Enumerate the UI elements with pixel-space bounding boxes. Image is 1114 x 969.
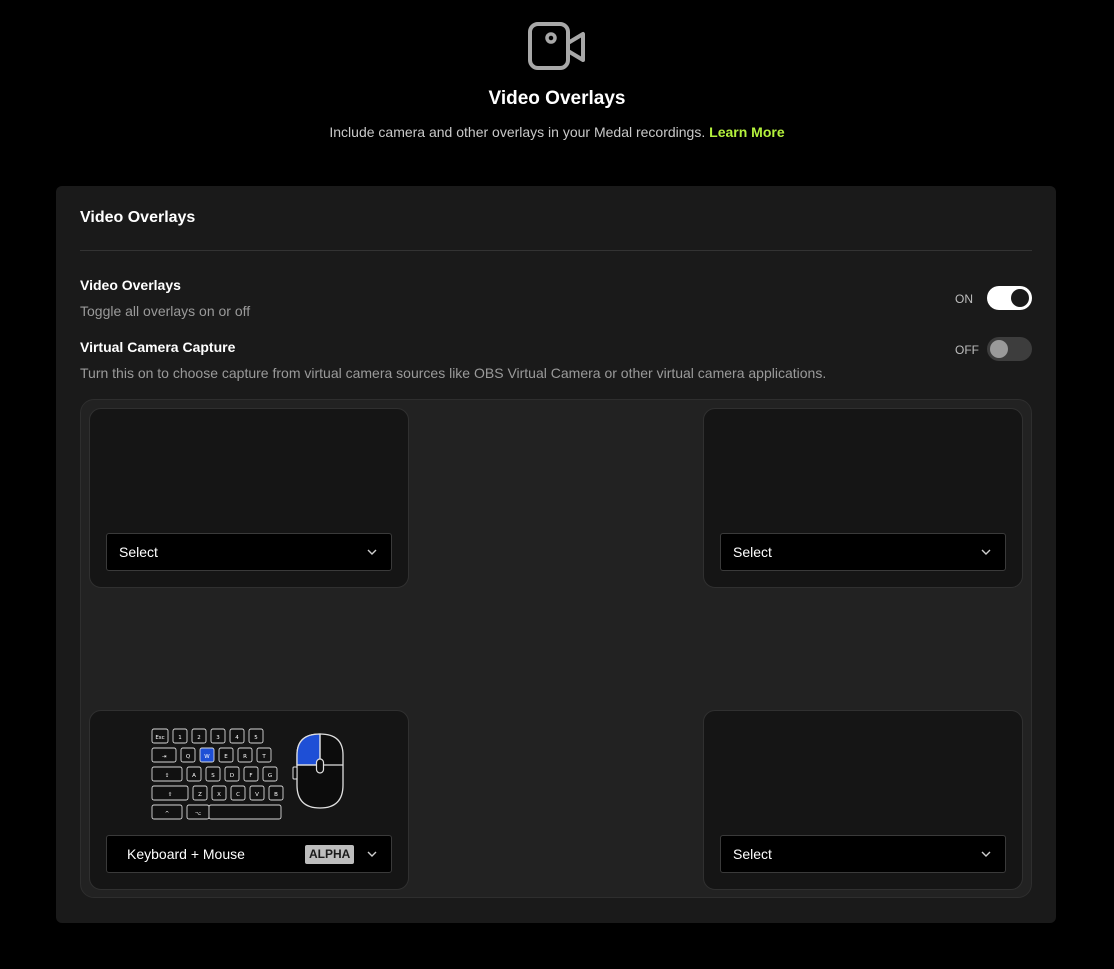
keyboard-key-label: W bbox=[204, 754, 210, 760]
overlay-slot-bottom-right: Select bbox=[703, 710, 1023, 890]
select-value: Select bbox=[733, 846, 772, 862]
video-camera-icon bbox=[528, 22, 585, 70]
virtual-camera-setting-title: Virtual Camera Capture bbox=[80, 339, 236, 355]
video-overlays-card: Video Overlays Video Overlays Toggle all… bbox=[56, 186, 1056, 923]
keyboard-key-label: 5 bbox=[254, 735, 258, 741]
keyboard-key-label: Q bbox=[186, 754, 191, 760]
keyboard-key-label: Esc bbox=[155, 735, 164, 741]
keyboard-key-label: S bbox=[211, 773, 215, 779]
mouse-scroll-wheel bbox=[315, 758, 325, 774]
keyboard-key-label: ⌥ bbox=[195, 811, 201, 817]
keyboard-key-label: 3 bbox=[216, 735, 220, 741]
keyboard-spacebar bbox=[208, 804, 282, 820]
keyboard-key-label: B bbox=[274, 792, 278, 798]
virtual-camera-setting-description: Turn this on to choose capture from virt… bbox=[80, 365, 827, 381]
overlay-slot-top-left: Select bbox=[89, 408, 409, 588]
keyboard-key-label: 4 bbox=[235, 735, 239, 741]
keyboard-key-label: A bbox=[192, 773, 196, 779]
keyboard-key-label: V bbox=[255, 792, 259, 798]
mouse-side-button bbox=[292, 766, 298, 780]
keyboard-key-label: 1 bbox=[178, 735, 182, 741]
chevron-down-icon bbox=[367, 851, 377, 857]
subtitle-text: Include camera and other overlays in you… bbox=[329, 124, 706, 140]
overlay-preview-area: Select Select Esc 1 2 3 4 5 ⇥ Q W E R T ⇪ A S D F G ⇧ Z X C V B… bbox=[80, 399, 1032, 898]
keyboard-key-label: E bbox=[224, 754, 228, 760]
select-value: Select bbox=[733, 544, 772, 560]
alpha-badge: ALPHA bbox=[305, 845, 355, 864]
keyboard-key-label: ⇧ bbox=[168, 791, 173, 798]
video-overlays-toggle[interactable] bbox=[987, 286, 1032, 310]
overlay-select-top-right[interactable]: Select bbox=[720, 533, 1006, 571]
keyboard-key-label: C bbox=[236, 792, 240, 798]
keyboard-key-label: ^ bbox=[165, 811, 170, 817]
chevron-down-icon bbox=[981, 851, 991, 857]
learn-more-link[interactable]: Learn More bbox=[709, 124, 784, 140]
keyboard-key-label: Z bbox=[198, 792, 202, 798]
keyboard-key-label: F bbox=[249, 773, 252, 779]
select-value: Select bbox=[119, 544, 158, 560]
overlay-select-bottom-left[interactable]: Keyboard + Mouse ALPHA bbox=[106, 835, 392, 873]
card-title: Video Overlays bbox=[80, 209, 196, 226]
keyboard-key-label: 2 bbox=[197, 735, 201, 741]
keyboard-key-label: ⇪ bbox=[165, 772, 170, 779]
chevron-down-icon bbox=[367, 549, 377, 555]
keyboard-key-label: R bbox=[243, 754, 247, 760]
overlay-select-bottom-right[interactable]: Select bbox=[720, 835, 1006, 873]
overlay-slot-bottom-left: Esc 1 2 3 4 5 ⇥ Q W E R T ⇪ A S D F G ⇧ Z X C V B ^ ⌥ Keyboard + … bbox=[89, 710, 409, 890]
toggle-knob bbox=[1011, 289, 1029, 307]
virtual-camera-toggle[interactable] bbox=[987, 337, 1032, 361]
select-value: Keyboard + Mouse bbox=[127, 846, 245, 862]
keyboard-key-label: X bbox=[217, 792, 221, 798]
toggle-knob bbox=[990, 340, 1008, 358]
video-overlays-setting-description: Toggle all overlays on or off bbox=[80, 303, 251, 319]
chevron-down-icon bbox=[981, 549, 991, 555]
keyboard-key-label: ⇥ bbox=[162, 754, 167, 760]
virtual-camera-toggle-label: OFF bbox=[955, 343, 979, 357]
keyboard-key-label: D bbox=[230, 773, 234, 779]
keyboard-mouse-preview: Esc 1 2 3 4 5 ⇥ Q W E R T ⇪ A S D F G ⇧ Z X C V B ^ ⌥ bbox=[151, 728, 344, 820]
divider bbox=[80, 250, 1032, 251]
page-subtitle: Include camera and other overlays in you… bbox=[0, 124, 1114, 140]
overlay-select-top-left[interactable]: Select bbox=[106, 533, 392, 571]
page-title: Video Overlays bbox=[488, 88, 626, 109]
video-overlays-toggle-label: ON bbox=[955, 292, 973, 306]
keyboard-key-label: T bbox=[261, 754, 266, 760]
overlay-slot-top-right: Select bbox=[703, 408, 1023, 588]
keyboard-key-label: G bbox=[268, 773, 272, 779]
video-overlays-setting-title: Video Overlays bbox=[80, 277, 181, 293]
